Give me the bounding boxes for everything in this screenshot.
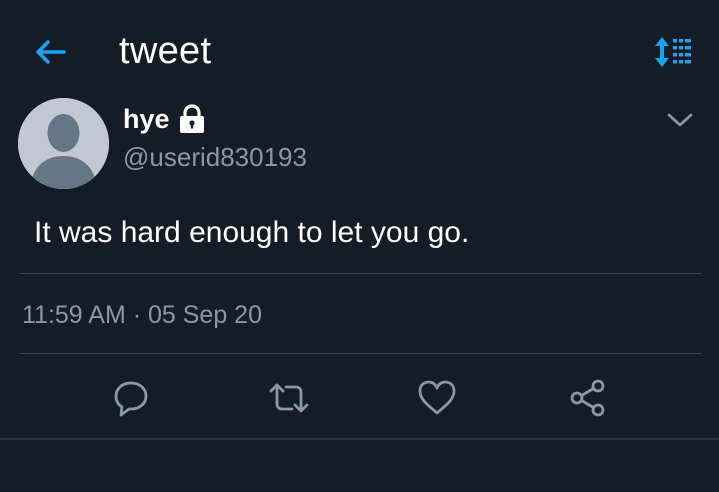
tweet-timestamp: 11:59 AM · 05 Sep 20 [22, 301, 262, 329]
tweet-text: It was hard enough to let you go. [34, 216, 470, 249]
share-button[interactable] [567, 376, 611, 420]
reply-icon [114, 381, 148, 417]
like-icon [418, 380, 456, 415]
avatar[interactable] [18, 98, 109, 189]
sort-button[interactable] [654, 35, 694, 69]
arrow-left-icon [36, 40, 66, 64]
author-handle[interactable]: @userid830193 [123, 142, 307, 173]
reply-button[interactable] [109, 376, 153, 420]
like-button[interactable] [415, 376, 459, 420]
page-title: tweet [119, 30, 212, 72]
back-button[interactable] [30, 32, 70, 72]
top-bar: tweet [0, 0, 719, 100]
tweet-menu-button[interactable] [665, 108, 695, 132]
chevron-down-icon [667, 113, 693, 127]
divider [20, 273, 701, 274]
divider [0, 438, 719, 440]
retweet-icon [269, 383, 309, 413]
default-avatar-icon [18, 98, 109, 189]
divider [20, 353, 701, 354]
sort-icon [655, 37, 691, 67]
share-icon [570, 379, 605, 417]
lock-icon [176, 103, 208, 135]
author-name[interactable]: hye [123, 104, 170, 135]
retweet-button[interactable] [267, 376, 311, 420]
